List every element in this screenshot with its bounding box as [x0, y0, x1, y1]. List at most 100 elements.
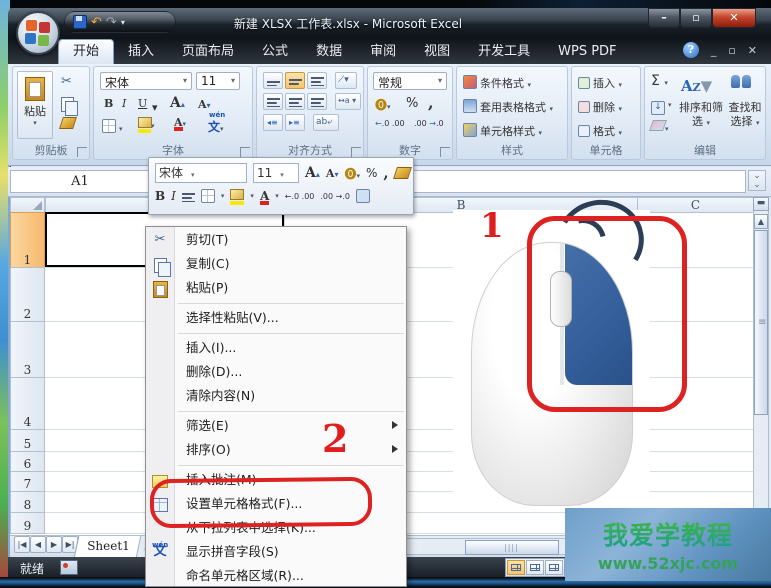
font-dialog-launcher[interactable] [240, 147, 250, 157]
row-header-7[interactable]: 7 [10, 471, 45, 492]
split-handle[interactable]: ▬ [753, 197, 769, 211]
mini-bold-button[interactable]: B [155, 189, 165, 203]
restore-button[interactable]: ▫ [680, 8, 712, 28]
insert-cells-button[interactable]: 插入 ▾ [578, 75, 622, 91]
tab-page-layout[interactable]: 页面布局 [168, 40, 248, 64]
font-color-button[interactable]: A▾ [174, 116, 186, 129]
row-header-4[interactable]: 4 [10, 377, 45, 430]
tab-wps-pdf[interactable]: WPS PDF [544, 40, 630, 64]
top-align-button[interactable] [263, 72, 283, 89]
mini-font-size-select[interactable]: 11▾ [253, 163, 299, 183]
vertical-scrollbar[interactable]: ▲ ▼ [753, 197, 769, 535]
next-sheet-icon[interactable]: ▶ [46, 536, 62, 553]
font-size-select[interactable]: 11▾ [196, 72, 240, 90]
tab-review[interactable]: 审阅 [356, 40, 410, 64]
tab-home[interactable]: 开始 [58, 39, 114, 64]
horizontal-scroll-thumb[interactable] [465, 540, 559, 555]
comma-style-button[interactable]: , [428, 93, 434, 112]
row-header-8[interactable]: 8 [10, 491, 45, 513]
percent-style-button[interactable]: % [406, 96, 418, 111]
cell-styles-button[interactable]: 单元格样式 ▾ [463, 123, 542, 139]
first-sheet-icon[interactable]: |◀ [14, 536, 30, 553]
decrease-indent-button[interactable]: ◂≡ [263, 114, 283, 131]
number-format-select[interactable]: 常规▾ [373, 72, 447, 90]
clear-button[interactable]: ▾ [651, 120, 669, 134]
mini-font-name-select[interactable]: 宋体▾ [155, 163, 247, 183]
format-cells-ribbon-button[interactable]: 格式 ▾ [578, 123, 622, 139]
minimize-button[interactable]: – [648, 8, 680, 28]
tab-formulas[interactable]: 公式 [248, 40, 302, 64]
mini-format-painter-icon[interactable] [393, 167, 412, 179]
row-header-6[interactable]: 6 [10, 451, 45, 472]
format-painter-icon[interactable] [61, 117, 75, 132]
font-name-select[interactable]: 宋体▾ [100, 72, 192, 90]
tab-insert[interactable]: 插入 [114, 40, 168, 64]
underline-dropdown-icon[interactable]: ▾ [152, 101, 158, 114]
menu-item-insert[interactable]: 插入(I)... [146, 336, 406, 360]
conditional-formatting-button[interactable]: 条件格式 ▾ [463, 75, 531, 91]
row-header-2[interactable]: 2 [10, 267, 45, 322]
format-as-table-button[interactable]: 套用表格格式 ▾ [463, 99, 553, 115]
menu-item-sort[interactable]: 排序(O) [146, 438, 406, 462]
align-center-button[interactable] [285, 93, 305, 110]
mini-grow-font-button[interactable]: A▴ [305, 165, 320, 181]
workbook-restore-button[interactable]: ▫ [728, 44, 735, 57]
row-header-3[interactable]: 3 [10, 321, 45, 378]
bold-button[interactable]: B [104, 97, 113, 110]
mini-font-color-button[interactable]: A [260, 189, 269, 203]
align-right-button[interactable] [307, 93, 327, 110]
align-left-button[interactable] [263, 93, 283, 110]
fill-button[interactable]: ↓▾ [651, 97, 672, 115]
close-button[interactable]: ✕ [712, 8, 756, 28]
increase-decimal-button[interactable]: ←.0 .00 [375, 119, 405, 128]
workbook-close-button[interactable]: ✕ [748, 44, 757, 57]
macro-record-icon[interactable] [60, 560, 78, 575]
tab-data[interactable]: 数据 [302, 40, 356, 64]
column-header-c[interactable]: C [637, 197, 754, 213]
select-all-corner[interactable] [10, 197, 45, 213]
menu-item-paste[interactable]: 粘贴(P) [146, 276, 406, 300]
mini-accounting-button[interactable]: 🄌▾ [344, 165, 360, 182]
menu-item-filter[interactable]: 筛选(E) [146, 414, 406, 438]
middle-align-button[interactable] [285, 72, 305, 89]
undo-icon[interactable]: ↶ [91, 16, 102, 29]
row-header-1[interactable]: 1 [10, 212, 45, 268]
fill-color-button[interactable]: ▾ [138, 117, 155, 131]
autosum-button[interactable]: Σ ▾ [651, 73, 668, 89]
paste-button[interactable]: 粘贴 ▾ [17, 71, 53, 139]
mini-decrease-decimal-button[interactable]: .00 →.0 [320, 192, 350, 201]
sheet-tab-sheet1[interactable]: Sheet1 [74, 536, 143, 558]
page-break-view-button[interactable] [545, 560, 563, 575]
workbook-minimize-button[interactable]: _ [711, 44, 717, 57]
grow-font-button[interactable]: A▴ [170, 95, 185, 111]
office-button[interactable] [16, 11, 60, 55]
bottom-align-button[interactable] [307, 72, 327, 89]
menu-item-paste-special[interactable]: 选择性粘贴(V)... [146, 306, 406, 330]
alignment-dialog-launcher[interactable] [351, 147, 361, 157]
vertical-scroll-thumb[interactable] [754, 230, 768, 415]
name-box[interactable]: A1 [10, 170, 150, 193]
page-layout-view-button[interactable] [526, 560, 544, 575]
underline-button[interactable]: U [138, 97, 147, 110]
qat-dropdown-icon[interactable]: ▾ [121, 18, 125, 27]
row-header-5[interactable]: 5 [10, 429, 45, 452]
accounting-format-button[interactable]: 🄌▾ [375, 96, 391, 113]
menu-item-copy[interactable]: 复制(C) [146, 252, 406, 276]
mini-comma-button[interactable]: , [383, 164, 388, 182]
mini-italic-button[interactable]: I [171, 189, 176, 203]
cut-icon[interactable]: ✂ [61, 74, 72, 89]
menu-item-delete[interactable]: 删除(D)... [146, 360, 406, 384]
tab-developer[interactable]: 开发工具 [464, 40, 544, 64]
mini-percent-button[interactable]: % [366, 166, 377, 180]
menu-item-cut[interactable]: ✂ 剪切(T) [146, 228, 406, 252]
scroll-up-icon[interactable]: ▲ [754, 214, 768, 229]
mini-center-align-icon[interactable] [182, 193, 195, 202]
expand-formula-bar-icon[interactable]: ⌄⌄ [748, 170, 766, 191]
menu-item-clear-contents[interactable]: 清除内容(N) [146, 384, 406, 408]
redo-icon[interactable]: ↷ [106, 16, 117, 29]
normal-view-button[interactable] [507, 560, 525, 575]
mini-borders-button[interactable] [201, 189, 215, 203]
find-select-button[interactable]: 查找和选择 ▾ [725, 101, 765, 130]
save-icon[interactable] [73, 15, 87, 29]
wrap-text-button[interactable]: ab⤶ [313, 114, 339, 131]
